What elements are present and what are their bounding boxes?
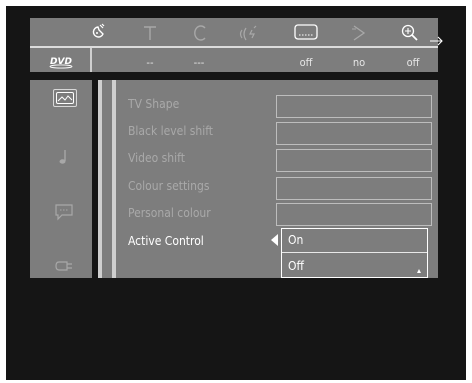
settings-icon[interactable]	[86, 23, 112, 43]
toolbar-value-title: --	[146, 56, 154, 69]
toolbar-divider	[90, 48, 92, 72]
selection-pointer-icon	[271, 234, 278, 246]
scroll-right-arrow-icon[interactable]	[430, 36, 444, 46]
toolbar-value-angle: no	[352, 56, 366, 69]
active-control-dropdown[interactable]: On Off	[281, 228, 428, 278]
toolbar-value-subtitle: off	[299, 56, 313, 69]
text-icon[interactable]	[137, 23, 163, 43]
menu-item-personal-colour[interactable]: Personal colour	[128, 206, 211, 220]
colour-settings-value-field[interactable]	[276, 177, 432, 200]
menu-item-video-shift[interactable]: Video shift	[128, 151, 185, 165]
speech-bubble-icon[interactable]	[51, 202, 77, 222]
dvd-logo: DVD	[44, 54, 78, 69]
video-shift-value-field[interactable]	[276, 149, 432, 172]
menu-item-black-level-shift[interactable]: Black level shift	[128, 124, 213, 138]
scroll-up-indicator-icon	[417, 269, 421, 273]
column-gap-fill	[102, 80, 110, 278]
subtitle-icon[interactable]	[293, 23, 319, 43]
tv-shape-value-field[interactable]	[276, 95, 432, 118]
toolbar-value-chapter: ---	[193, 56, 205, 69]
top-toolbar: DVD -- --- off no off	[30, 18, 443, 72]
picture-icon[interactable]	[53, 89, 77, 107]
black-level-shift-value-field[interactable]	[276, 122, 432, 145]
settings-panel-bar	[112, 80, 116, 278]
angle-icon[interactable]	[346, 23, 372, 43]
settings-category-sidebar	[30, 80, 92, 278]
toolbar-value-zoom: off	[406, 56, 420, 69]
audio-icon[interactable]	[236, 23, 262, 43]
option-separator	[282, 252, 427, 253]
option-on[interactable]: On	[288, 233, 303, 247]
music-note-icon[interactable]	[51, 147, 77, 167]
connector-icon[interactable]	[51, 256, 77, 276]
menu-item-colour-settings[interactable]: Colour settings	[128, 179, 210, 193]
menu-item-active-control[interactable]: Active Control	[128, 234, 204, 248]
zoom-icon[interactable]	[397, 23, 423, 43]
copy-icon[interactable]	[187, 23, 213, 43]
option-off[interactable]: Off	[288, 259, 304, 273]
personal-colour-value-field[interactable]	[276, 203, 432, 226]
menu-item-tv-shape[interactable]: TV Shape	[128, 97, 179, 111]
